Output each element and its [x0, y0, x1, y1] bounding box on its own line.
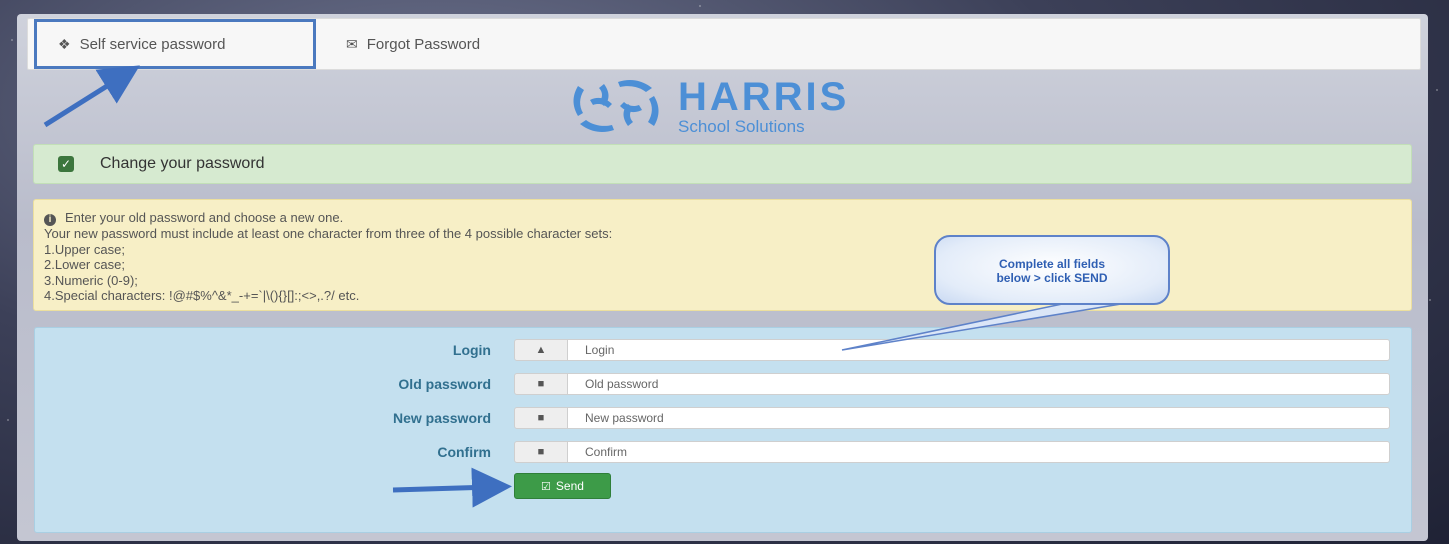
logo-brand-text: HARRIS	[678, 75, 850, 119]
rules-intro-line: i Enter your old password and choose a ne…	[44, 210, 1411, 226]
login-label: Login	[452, 342, 491, 358]
check-square-icon: ☑	[541, 480, 551, 493]
password-rules-box: i Enter your old password and choose a ne…	[33, 199, 1412, 311]
old-password-row: Old password ■	[35, 373, 1411, 397]
page-container: ❖ Self service password ✉ Forgot Passwor…	[17, 14, 1428, 541]
confirm-input[interactable]	[567, 441, 1390, 463]
send-label: Send	[555, 479, 584, 493]
login-input[interactable]	[567, 339, 1390, 361]
tab-forgot-password[interactable]: ✉ Forgot Password	[346, 19, 480, 69]
arrow-to-tab	[43, 65, 140, 128]
rule-item: 3.Numeric (0-9);	[44, 272, 138, 288]
home-icon: ❖	[58, 35, 71, 52]
login-row: Login ▲	[35, 339, 1411, 363]
callout-line: Complete all fields	[998, 257, 1106, 271]
navbar: ❖ Self service password ✉ Forgot Passwor…	[27, 18, 1421, 70]
rule-item: 4.Special characters: !@#$%^&*_-+=`|\(){…	[44, 288, 360, 303]
callout-line: below > click SEND	[996, 271, 1108, 285]
checkbox-icon: ✓	[58, 156, 74, 172]
password-form: Login ▲ Old password ■ New password ■ Co…	[34, 327, 1412, 533]
old-password-label: Old password	[398, 376, 491, 392]
old-password-input[interactable]	[567, 373, 1390, 395]
rule-item: 1.Upper case;	[44, 241, 125, 257]
instruction-callout: Complete all fields below > click SEND	[934, 235, 1170, 305]
swirl-logo-icon	[573, 80, 659, 132]
change-password-banner: ✓ Change your password	[33, 144, 1412, 184]
tab-self-service-password[interactable]: ❖ Self service password	[34, 19, 316, 69]
lock-icon: ■	[514, 441, 568, 463]
new-password-label: New password	[392, 410, 491, 426]
banner-title: Change your password	[100, 155, 265, 172]
envelope-icon: ✉	[346, 35, 358, 52]
confirm-row: Confirm ■	[35, 441, 1411, 465]
rules-requirement: Your new password must include at least …	[44, 226, 613, 241]
rule-item: 2.Lower case;	[44, 257, 125, 272]
rules-intro: Enter your old password and choose a new…	[65, 210, 344, 225]
user-icon: ▲	[514, 339, 568, 361]
logo-subtitle: School Solutions	[678, 117, 805, 136]
lock-icon: ■	[514, 373, 568, 395]
new-password-input[interactable]	[567, 407, 1390, 429]
tab-label: Forgot Password	[366, 35, 481, 53]
new-password-row: New password ■	[35, 407, 1411, 431]
info-icon: i	[44, 214, 56, 226]
send-button[interactable]: ☑ Send	[514, 473, 611, 499]
lock-icon: ■	[514, 407, 568, 429]
harris-logo: HARRIS School Solutions	[568, 74, 888, 136]
tab-label: Self service password	[79, 35, 226, 53]
confirm-label: Confirm	[437, 444, 491, 460]
